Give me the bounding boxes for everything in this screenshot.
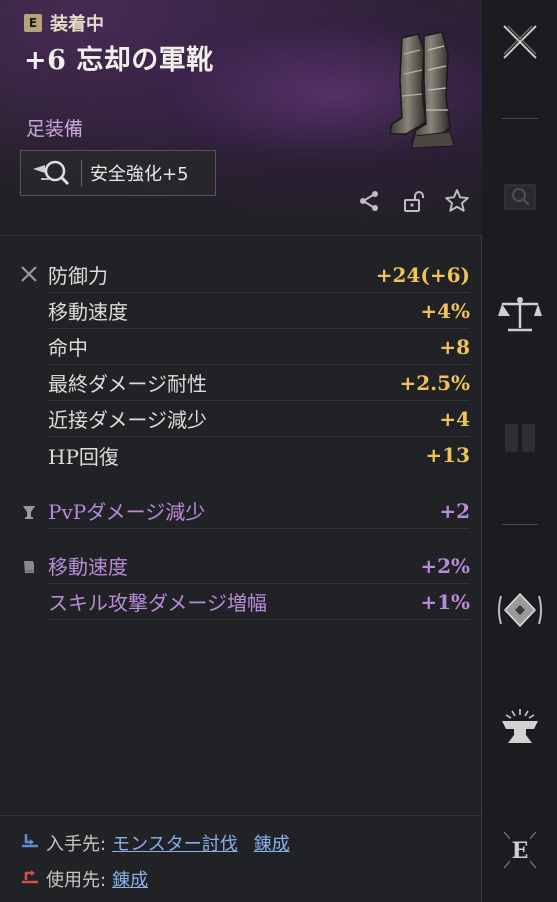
enchant-rune-icon [497, 590, 543, 634]
book-icon [502, 420, 538, 460]
svg-text:E: E [512, 838, 529, 864]
equipped-badge-icon: E [24, 14, 42, 32]
stat-value: +4 [439, 406, 470, 431]
unequip-e-icon: E [500, 828, 540, 876]
side-divider [502, 524, 538, 525]
item-header: E 装着中 +6 忘却の軍靴 足装備 安全強化+5 [0, 0, 482, 236]
pvp-stat-value: +2 [439, 498, 470, 523]
set-bonus-row: 移動速度 +2% [48, 548, 470, 584]
goblet-icon [20, 503, 38, 521]
unequip-button[interactable]: E [496, 828, 544, 876]
stat-value: +13 [425, 443, 470, 467]
acquire-label: 入手先: [46, 834, 107, 855]
star-icon[interactable] [444, 188, 470, 214]
set-bonus-value: +1% [420, 589, 470, 614]
boots-icon [389, 31, 455, 149]
safe-enhance-box[interactable]: 安全強化+5 [20, 150, 216, 196]
unlock-icon[interactable] [400, 188, 426, 214]
equipped-tag: E 装着中 [24, 10, 104, 36]
stat-row: 最終ダメージ耐性 +2.5% [48, 365, 470, 401]
safe-enhance-label: 安全強化+5 [90, 164, 189, 185]
anvil-icon [498, 707, 542, 753]
footer-divider [0, 815, 482, 816]
item-tooltip-panel: E 装着中 +6 忘却の軍靴 足装備 安全強化+5 防御力 +24(+6) 移動… [0, 0, 482, 902]
search-button[interactable] [496, 174, 544, 222]
stat-value: +8 [439, 334, 470, 359]
swords-icon [20, 265, 38, 283]
acquire-icon [20, 832, 40, 855]
book-button[interactable] [496, 416, 544, 464]
use-link-crafting[interactable]: 錬成 [112, 866, 148, 892]
stat-row: 近接ダメージ減少 +4 [48, 401, 470, 437]
pvp-stat-row: PvPダメージ減少 +2 [48, 493, 470, 529]
magnify-enhance-icon [21, 151, 81, 195]
stat-label: 近接ダメージ減少 [48, 408, 207, 432]
acquire-link-monster-hunt[interactable]: モンスター討伐 [112, 830, 238, 856]
anvil-button[interactable] [496, 706, 544, 754]
side-toolbar: E [482, 0, 557, 902]
stat-label: 最終ダメージ耐性 [48, 372, 207, 396]
search-icon [503, 179, 537, 217]
set-bonus-row: スキル攻撃ダメージ増幅 +1% [48, 584, 470, 620]
stat-value: +4% [420, 298, 470, 323]
use-source: 使用先: 錬成 [20, 866, 158, 892]
use-label: 使用先: [46, 870, 107, 891]
item-type: 足装備 [26, 118, 84, 140]
share-icon[interactable] [356, 188, 382, 214]
set-bonus-value: +2% [420, 553, 470, 578]
close-icon [500, 22, 540, 66]
compare-scale-icon [498, 294, 542, 338]
set-bonus-label: 移動速度 [48, 555, 128, 579]
stat-row: 移動速度 +4% [48, 293, 470, 329]
set-bonus-label: スキル攻撃ダメージ増幅 [48, 591, 267, 615]
item-name: +6 忘却の軍靴 [24, 45, 214, 76]
stat-value: +24(+6) [375, 262, 470, 287]
acquire-source: 入手先: モンスター討伐 錬成 [20, 830, 300, 856]
enchant-button[interactable] [496, 588, 544, 636]
stat-label: 移動速度 [48, 300, 128, 324]
close-button[interactable] [496, 20, 544, 68]
scroll-icon [20, 558, 38, 576]
stat-row: HP回復 +13 [48, 437, 470, 473]
item-actions [356, 188, 470, 214]
side-divider [502, 118, 538, 119]
stat-label: 命中 [48, 336, 88, 360]
stat-row: 命中 +8 [48, 329, 470, 365]
use-icon [20, 868, 40, 891]
stat-value: +2.5% [399, 370, 470, 395]
stat-label: 防御力 [48, 264, 108, 288]
stat-label: HP回復 [48, 444, 119, 469]
compare-button[interactable] [496, 292, 544, 340]
stat-row: 防御力 +24(+6) [48, 257, 470, 293]
equipped-status: 装着中 [50, 14, 104, 35]
acquire-link-crafting[interactable]: 錬成 [254, 830, 290, 856]
pvp-stat-label: PvPダメージ減少 [48, 500, 206, 524]
